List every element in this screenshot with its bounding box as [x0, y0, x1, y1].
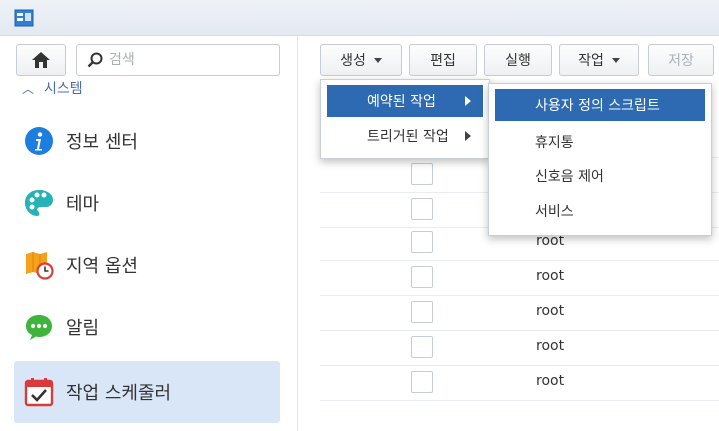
menu-item-label: 신호음 제어 [535, 169, 604, 185]
sidebar-item-label: 지역 옵션 [66, 256, 138, 277]
submenu-arrow-icon [465, 131, 471, 141]
row-user: root [536, 373, 565, 389]
control-panel-icon [14, 9, 34, 27]
row-checkbox[interactable] [411, 371, 433, 393]
run-button[interactable]: 실행 [484, 44, 552, 76]
sidebar-item-regional-options[interactable]: 지역 옵션 [14, 234, 280, 296]
chevron-up-icon: ︿ [22, 81, 35, 96]
sidebar-item-info-center[interactable]: 정보 센터 [14, 110, 280, 172]
task-scheduler-icon [24, 377, 54, 407]
search-box[interactable] [76, 44, 280, 76]
sidebar-item-theme[interactable]: 테마 [14, 172, 280, 234]
sidebar: ︿ 시스템 정보 센터 테마 [0, 36, 298, 431]
action-button-label: 작업 [578, 53, 604, 69]
action-button[interactable]: 작업 [559, 44, 639, 76]
row-checkbox[interactable] [411, 163, 433, 185]
palette-icon [24, 188, 54, 218]
row-checkbox[interactable] [411, 301, 433, 323]
sidebar-item-notification[interactable]: 알림 [14, 296, 280, 358]
scheduled-task-submenu: 사용자 정의 스크립트 휴지통 신호음 제어 서비스 [488, 83, 712, 236]
search-icon [87, 52, 103, 68]
sidebar-item-label: 정보 센터 [66, 132, 138, 153]
home-button[interactable] [16, 44, 66, 76]
caret-down-icon [373, 57, 382, 63]
submenu-item-recycle-bin[interactable]: 휴지통 [495, 126, 705, 158]
info-icon [24, 126, 54, 156]
row-checkbox[interactable] [411, 266, 433, 288]
submenu-item-user-defined-script[interactable]: 사용자 정의 스크립트 [495, 89, 705, 121]
regional-options-icon [24, 250, 54, 280]
window-titlebar [0, 0, 719, 36]
menu-item-label: 서비스 [535, 204, 574, 220]
menu-item-label: 트리거된 작업 [367, 129, 449, 145]
menu-item-label: 휴지통 [535, 135, 574, 151]
notification-icon [24, 312, 54, 342]
save-button-label: 저장 [668, 53, 694, 69]
table-row[interactable]: root [320, 366, 719, 401]
table-row[interactable]: root [320, 331, 719, 366]
menu-item-label: 사용자 정의 스크립트 [535, 98, 660, 114]
row-user: root [536, 338, 565, 354]
search-input[interactable] [109, 52, 269, 68]
run-button-label: 실행 [505, 53, 531, 69]
submenu-arrow-icon [465, 96, 471, 106]
row-user: root [536, 303, 565, 319]
sidebar-item-label: 테마 [66, 194, 100, 215]
menu-item-label: 예약된 작업 [367, 94, 436, 110]
create-dropdown-menu: 예약된 작업 트리거된 작업 [320, 79, 490, 159]
menu-item-triggered-task[interactable]: 트리거된 작업 [327, 120, 483, 152]
table-row[interactable]: root [320, 261, 719, 296]
create-button[interactable]: 생성 [320, 44, 402, 76]
submenu-item-beep-control[interactable]: 신호음 제어 [495, 160, 705, 192]
row-checkbox[interactable] [411, 198, 433, 220]
sidebar-item-task-scheduler[interactable]: 작업 스케줄러 [14, 361, 280, 423]
submenu-item-service[interactable]: 서비스 [495, 195, 705, 227]
row-checkbox[interactable] [411, 231, 433, 253]
menu-item-scheduled-task[interactable]: 예약된 작업 [327, 85, 483, 117]
sidebar-item-label: 알림 [66, 318, 100, 339]
create-button-label: 생성 [340, 53, 366, 69]
section-label: 시스템 [44, 81, 83, 97]
section-header-system[interactable]: ︿ 시스템 [22, 76, 83, 100]
save-button[interactable]: 저장 [648, 44, 714, 76]
row-checkbox[interactable] [411, 336, 433, 358]
sidebar-item-label: 작업 스케줄러 [66, 383, 172, 404]
edit-button-label: 편집 [430, 53, 456, 69]
row-user: root [536, 268, 565, 284]
caret-down-icon [611, 57, 620, 63]
table-row[interactable]: root [320, 296, 719, 331]
home-icon [32, 52, 50, 68]
edit-button[interactable]: 편집 [409, 44, 477, 76]
